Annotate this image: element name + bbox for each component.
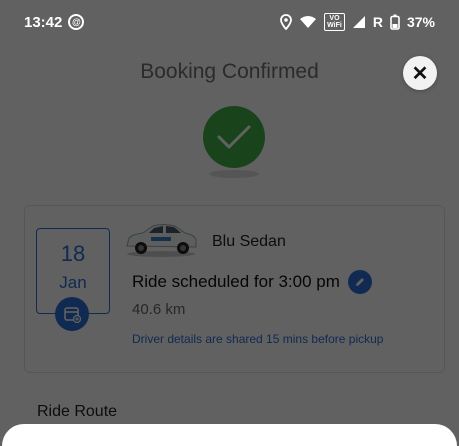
status-bar: 13:42 @ VO WiFi R 37% [0, 0, 459, 44]
success-check-icon [203, 106, 265, 168]
header: Booking Confirmed [0, 60, 459, 84]
ride-time-text: Ride scheduled for 3:00 pm [132, 272, 340, 291]
car-name: Blu Sedan [212, 233, 286, 250]
battery-icon [390, 14, 400, 30]
wifi-icon [299, 15, 317, 29]
status-time: 13:42 [24, 13, 63, 31]
route-title: Ride Route [37, 403, 118, 420]
distance: 40.6 km [132, 301, 186, 318]
app-notification-icon: @ [68, 14, 85, 30]
check-shadow [209, 170, 259, 178]
bottom-sheet[interactable] [2, 424, 457, 446]
driver-note: Driver details are shared 15 mins before… [132, 332, 384, 346]
battery-percent: 37% [406, 14, 435, 30]
add-to-calendar-button[interactable] [55, 297, 89, 331]
booking-screen: Booking Confirmed 18 Jan Blu Sedan Ride … [0, 0, 459, 446]
close-button[interactable]: ✕ [403, 56, 437, 90]
date-day: 18 [60, 241, 86, 266]
page-title: Booking Confirmed [140, 60, 319, 83]
pencil-icon [355, 278, 364, 286]
network-label: R [372, 14, 383, 30]
date-month: Jan [59, 273, 87, 292]
signal-icon [352, 15, 366, 29]
status-icons: VO WiFi R 37% [280, 13, 435, 31]
booking-card: 18 Jan Blu Sedan Ride scheduled for 3:00… [24, 205, 445, 373]
calendar-icon [64, 307, 81, 323]
car-image [126, 224, 197, 257]
ride-time: Ride scheduled for 3:00 pm [132, 270, 372, 294]
close-icon: ✕ [411, 62, 429, 85]
location-icon [280, 14, 293, 30]
volte-wifi-icon: VO WiFi [324, 13, 345, 31]
edit-time-button[interactable] [347, 270, 372, 294]
